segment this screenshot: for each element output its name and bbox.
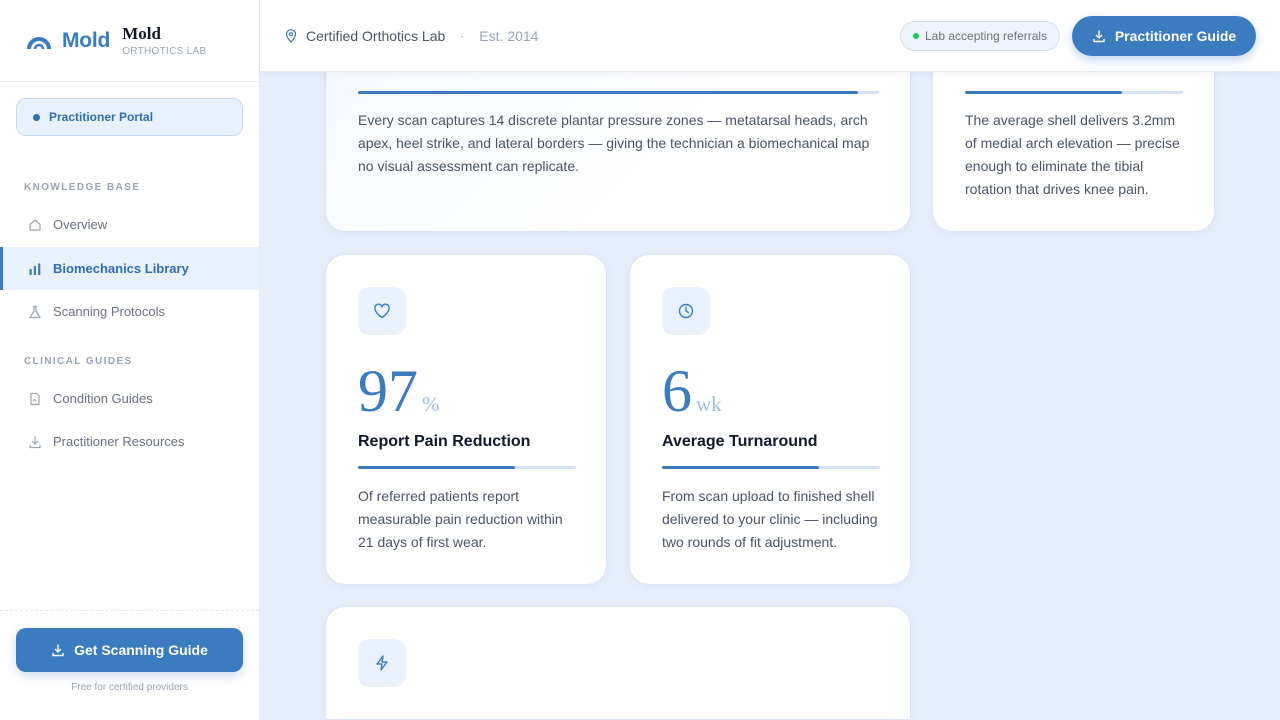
progress-bar: [965, 91, 1183, 94]
home-icon: [28, 218, 42, 232]
sidebar-item-practitioner-resources[interactable]: Practitioner Resources: [0, 420, 259, 463]
sidebar-item-label: Overview: [53, 217, 108, 232]
brand-title: Mold: [122, 24, 161, 43]
stat-value: 97 %: [358, 361, 440, 421]
location-label: Certified Orthotics Lab: [306, 27, 446, 44]
sidebar-item-overview[interactable]: Overview: [0, 203, 259, 246]
separator: ·: [460, 28, 465, 43]
sidebar-item-label: Scanning Protocols: [53, 304, 166, 319]
status-badge: Lab accepting referrals: [900, 21, 1061, 51]
next-feature-card: [325, 606, 911, 720]
average-turnaround-card: 6 wk Average Turnaround From scan upload…: [629, 254, 911, 585]
cta-label: Get Scanning Guide: [74, 642, 208, 658]
location-pin-icon: [285, 28, 297, 43]
established-label: Est. 2014: [479, 27, 539, 44]
clock-icon: [662, 287, 710, 335]
sidebar-item-label: Biomechanics Library: [53, 261, 189, 276]
download-icon: [28, 435, 42, 449]
brand-subtitle: ORTHOTICS LAB: [122, 46, 207, 57]
status-dot: [913, 33, 919, 39]
sidebar-item-scanning-protocols[interactable]: Scanning Protocols: [0, 290, 259, 333]
progress-fill: [358, 91, 859, 94]
progress-fill: [662, 466, 819, 469]
sidebar-footer: Get Scanning Guide Free for certified pr…: [0, 610, 259, 720]
guide-button-label: Practitioner Guide: [1114, 28, 1237, 44]
stat-value: 6 wk: [662, 361, 722, 421]
section-label-clinical-guides: CLINICAL GUIDES: [24, 356, 133, 367]
sidebar-item-label: Condition Guides: [53, 391, 153, 406]
progress-bar: [662, 466, 880, 469]
portal-label: Practitioner Portal: [49, 110, 154, 124]
stat-number: 97: [358, 358, 418, 424]
stat-number: 6: [662, 358, 692, 424]
sidebar-item-condition-guides[interactable]: Condition Guides: [0, 377, 259, 420]
lab-location: Certified Orthotics Lab: [285, 28, 445, 44]
sidebar-item-label: Practitioner Resources: [53, 434, 185, 449]
practitioner-portal-badge[interactable]: Practitioner Portal: [16, 98, 243, 136]
stat-unit: %: [422, 392, 440, 416]
get-scanning-guide-button[interactable]: Get Scanning Guide: [16, 628, 243, 672]
card-title: Report Pain Reduction: [358, 433, 531, 450]
brand[interactable]: Mold Mold ORTHOTICS LAB: [0, 0, 259, 82]
brand-logo-icon: [24, 26, 54, 56]
bar-chart-icon: [28, 262, 42, 276]
download-icon: [1092, 29, 1106, 43]
card-title: Average Turnaround: [662, 433, 818, 450]
card-body: Of referred patients report measurable p…: [358, 488, 563, 550]
sidebar-item-biomechanics-library[interactable]: Biomechanics Library: [0, 247, 259, 290]
progress-bar: [358, 91, 879, 94]
progress-fill: [358, 466, 515, 469]
cta-note: Free for certified providers: [71, 682, 188, 693]
progress-bar: [358, 466, 576, 469]
progress-fill: [965, 91, 1122, 94]
section-label-knowledge-base: KNOWLEDGE BASE: [24, 182, 141, 193]
sidebar: Mold Mold ORTHOTICS LAB Practitioner Por…: [0, 0, 260, 720]
card-body: From scan upload to finished shell deliv…: [662, 488, 878, 550]
brand-logo-text: Mold: [62, 28, 111, 52]
download-icon: [51, 643, 65, 657]
flask-icon: [28, 305, 42, 319]
document-icon: [28, 392, 42, 406]
top-bar: Certified Orthotics Lab · Est. 2014 Lab …: [260, 0, 1280, 72]
card-body: Every scan captures 14 discrete plantar …: [358, 112, 870, 174]
lightning-icon: [358, 639, 406, 687]
practitioner-guide-button[interactable]: Practitioner Guide: [1072, 16, 1256, 56]
stat-unit: wk: [696, 392, 722, 416]
pain-reduction-card: 97 % Report Pain Reduction Of referred p…: [325, 254, 607, 585]
status-label: Lab accepting referrals: [925, 29, 1048, 43]
card-body: The average shell delivers 3.2mm of medi…: [965, 112, 1180, 197]
portal-dot: [33, 113, 40, 121]
heart-icon: [358, 287, 406, 335]
